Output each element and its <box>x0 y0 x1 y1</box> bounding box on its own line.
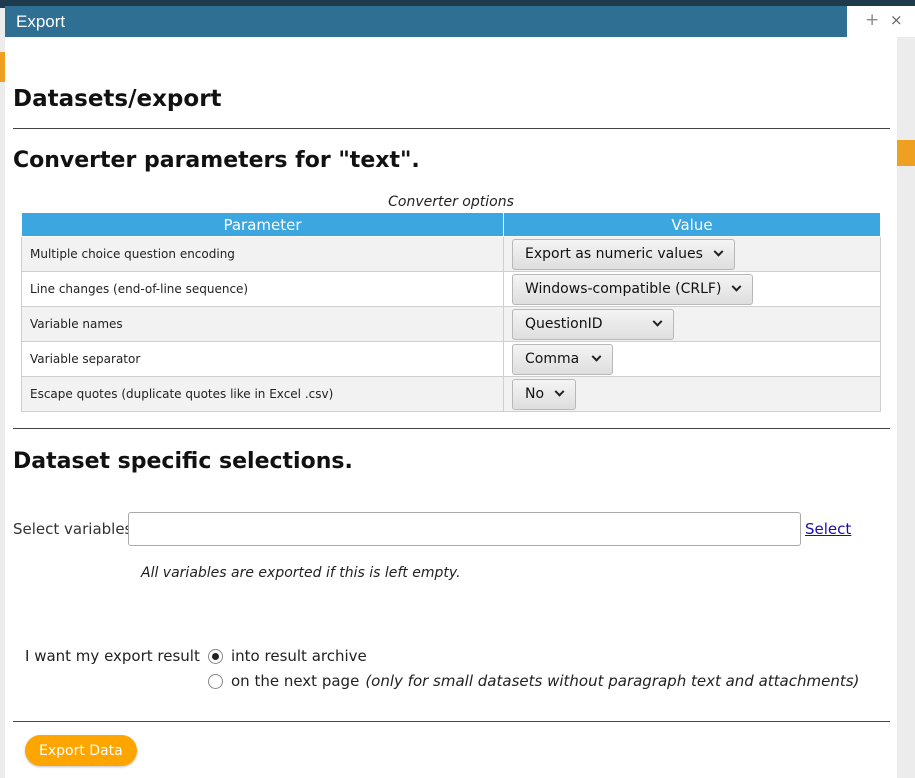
dialog-title: Export <box>16 12 66 31</box>
variable-separator-select[interactable]: Comma <box>512 343 613 375</box>
radio-label: into result archive <box>231 647 367 665</box>
plus-icon[interactable]: + <box>865 10 879 30</box>
close-icon[interactable]: × <box>890 11 903 29</box>
select-variables-label: Select variables <box>13 520 133 538</box>
column-header-parameter: Parameter <box>21 212 504 237</box>
parameter-label: Variable separator <box>21 341 504 377</box>
export-data-button[interactable]: Export Data <box>25 735 137 766</box>
radio-option-next-page[interactable]: on the next page (only for small dataset… <box>208 672 859 690</box>
radio-button[interactable] <box>208 673 223 689</box>
radio-note: (only for small datasets without paragra… <box>365 672 860 690</box>
select-variables-hint: All variables are exported if this is le… <box>141 565 461 581</box>
divider <box>13 721 890 722</box>
background-app-accent <box>897 140 915 166</box>
select-value: Export as numeric values <box>525 246 703 262</box>
table-row: Line changes (end-of-line sequence) Wind… <box>21 271 881 307</box>
variable-names-select[interactable]: QuestionID <box>512 308 674 340</box>
dialog-controls: + × <box>847 6 915 37</box>
select-variables-link[interactable]: Select <box>805 520 851 538</box>
export-result-label: I want my export result <box>25 647 200 665</box>
chevron-down-icon <box>591 351 602 362</box>
converter-heading: Converter parameters for "text". <box>13 148 420 173</box>
select-value: No <box>525 386 545 402</box>
export-dialog: Export + × Datasets/export Converter par… <box>5 6 915 778</box>
chevron-down-icon <box>652 316 663 327</box>
radio-button[interactable] <box>208 648 223 664</box>
radio-option-archive[interactable]: into result archive <box>208 647 367 665</box>
select-value: Windows-compatible (CRLF) <box>525 281 722 297</box>
divider <box>13 128 890 129</box>
table-row: Variable names QuestionID <box>21 306 881 342</box>
select-value: QuestionID <box>525 316 603 332</box>
column-header-value: Value <box>503 212 881 237</box>
escape-quotes-select[interactable]: No <box>512 378 577 410</box>
table-row: Variable separator Comma <box>21 341 881 377</box>
page-title: Datasets/export <box>13 86 222 112</box>
parameter-label: Escape quotes (duplicate quotes like in … <box>21 376 504 412</box>
line-changes-select[interactable]: Windows-compatible (CRLF) <box>512 273 754 305</box>
select-variables-input[interactable] <box>128 512 801 546</box>
chevron-down-icon <box>554 386 565 397</box>
chevron-down-icon <box>731 281 742 292</box>
table-caption: Converter options <box>388 194 514 210</box>
parameter-label: Variable names <box>21 306 504 342</box>
table-row: Multiple choice question encoding Export… <box>21 236 881 272</box>
parameter-label: Line changes (end-of-line sequence) <box>21 271 504 307</box>
dataset-heading: Dataset specific selections. <box>13 449 353 474</box>
converter-options-table: Parameter Value Multiple choice question… <box>21 212 881 412</box>
divider <box>13 428 890 429</box>
parameter-label: Multiple choice question encoding <box>21 236 504 272</box>
radio-label: on the next page <box>231 672 360 690</box>
select-value: Comma <box>525 351 580 367</box>
chevron-down-icon <box>713 246 724 257</box>
dialog-titlebar[interactable]: Export <box>5 6 847 37</box>
table-row: Escape quotes (duplicate quotes like in … <box>21 376 881 412</box>
encoding-select[interactable]: Export as numeric values <box>512 238 735 270</box>
